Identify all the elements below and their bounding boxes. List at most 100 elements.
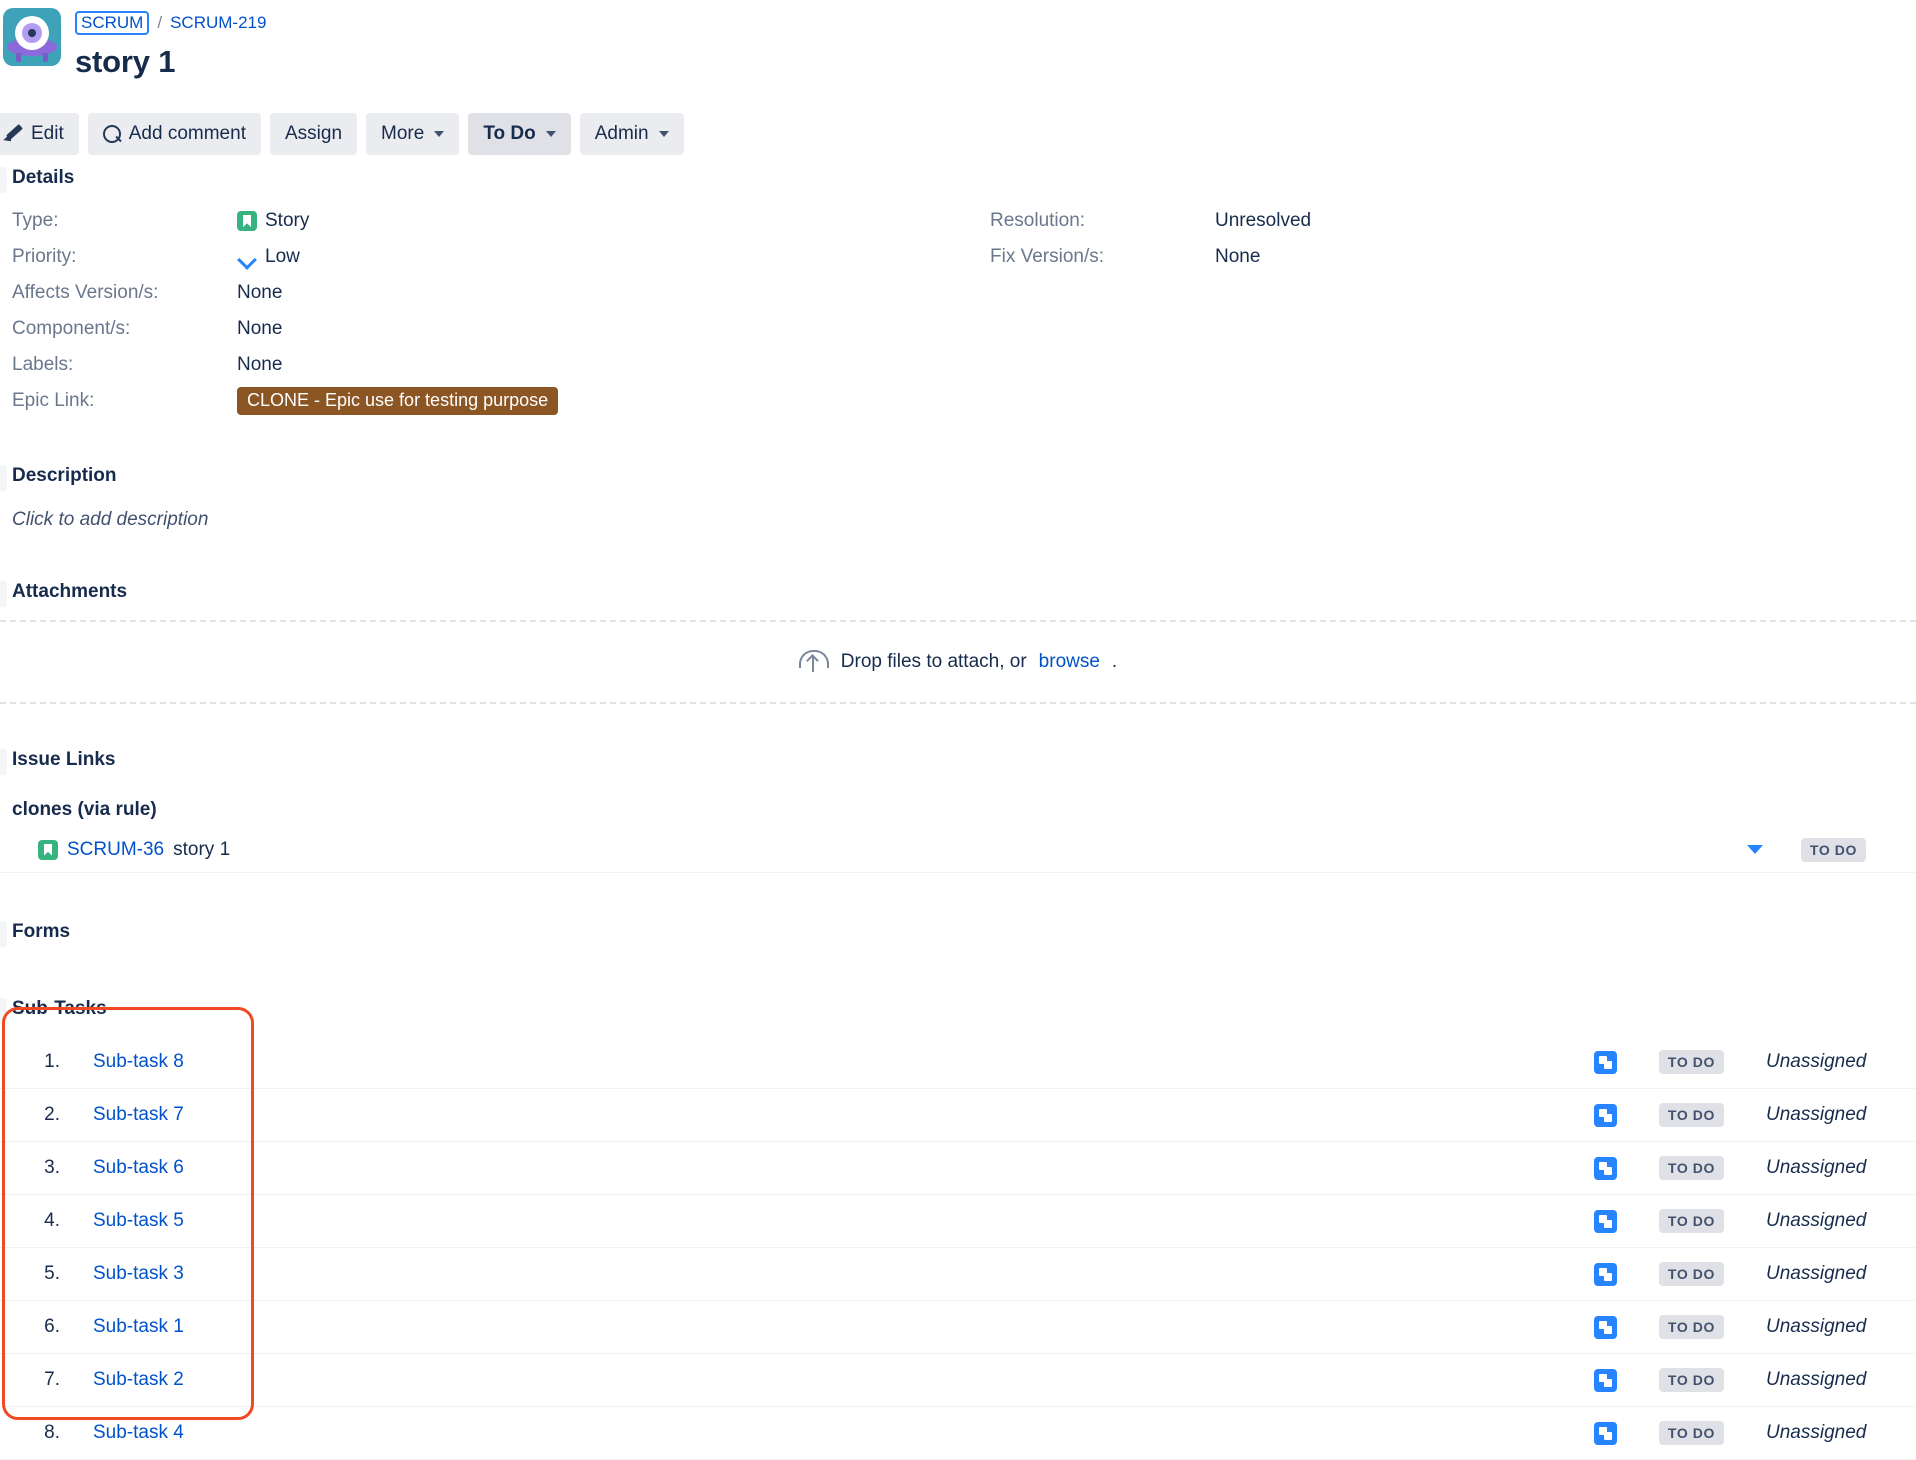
dropzone-period: .	[1111, 651, 1118, 672]
story-icon	[237, 211, 257, 231]
subtask-link[interactable]: Sub-task 6	[93, 1157, 184, 1179]
browse-link[interactable]: browse	[1039, 651, 1100, 673]
subtask-link[interactable]: Sub-task 4	[93, 1422, 184, 1444]
subtask-assignee: Unassigned	[1766, 1316, 1867, 1337]
subtask-assignee: Unassigned	[1766, 1369, 1867, 1390]
status-badge[interactable]: TO DO	[1658, 1156, 1724, 1180]
status-badge[interactable]: TO DO	[1658, 1262, 1724, 1286]
add-comment-label: Add comment	[128, 123, 246, 144]
subtask-icon	[1593, 1368, 1617, 1392]
assign-button[interactable]: Assign	[269, 113, 358, 155]
subtask-icon	[1593, 1421, 1617, 1445]
status-label: To Do	[483, 123, 536, 144]
chevron-down-icon[interactable]	[1746, 845, 1763, 854]
add-comment-button[interactable]: Add comment	[87, 113, 261, 155]
description-collapse-handle[interactable]	[0, 465, 7, 491]
status-badge[interactable]: TO DO	[1658, 1050, 1724, 1074]
detail-value: CLONE - Epic use for testing purpose	[237, 387, 559, 415]
subtask-link[interactable]: Sub-task 5	[93, 1210, 184, 1232]
status-badge[interactable]: TO DO	[1658, 1368, 1724, 1392]
subtask-link[interactable]: Sub-task 7	[93, 1104, 184, 1126]
status-badge[interactable]: TO DO	[1658, 1315, 1724, 1339]
subtask-assignee: Unassigned	[1766, 1051, 1867, 1072]
more-button[interactable]: More	[366, 113, 460, 155]
forms-collapse-handle[interactable]	[0, 921, 7, 947]
issue-link-row: SCRUM-36 story 1 TO DO	[0, 827, 1916, 873]
issue-links-section: Issue Links clones (via rule) SCRUM-36 s…	[0, 749, 1916, 873]
table-row: 4. Sub-task 5 TO DO Unassigned	[0, 1195, 1916, 1248]
detail-value-text: Low	[265, 246, 300, 267]
detail-row-priority: Priority: Low	[12, 239, 990, 275]
edit-button[interactable]: Edit	[0, 113, 79, 155]
detail-row-resolution: Resolution: Unresolved	[990, 203, 1311, 239]
table-row: 1. Sub-task 8 TO DO Unassigned	[0, 1036, 1916, 1089]
page-title: story 1	[75, 44, 176, 79]
subtask-link[interactable]: Sub-task 3	[93, 1263, 184, 1285]
status-badge[interactable]: TO DO	[1800, 837, 1866, 862]
attachments-collapse-handle[interactable]	[0, 581, 7, 607]
detail-value-text: None	[237, 318, 283, 339]
description-section: Description Click to add description	[0, 465, 1916, 531]
issue-links-heading: Issue Links	[12, 749, 116, 770]
subtasks-heading: Sub-Tasks	[12, 998, 107, 1019]
detail-value-text: None	[237, 282, 283, 303]
issue-link-key[interactable]: SCRUM-36	[67, 839, 164, 861]
table-row: 2. Sub-task 7 TO DO Unassigned	[0, 1089, 1916, 1142]
subtask-assignee: Unassigned	[1766, 1104, 1867, 1125]
subtasks-list: 1. Sub-task 8 TO DO Unassigned 2. Sub-task 7 T…	[0, 1036, 1916, 1460]
breadcrumb-issue-link[interactable]: SCRUM-219	[170, 13, 266, 33]
detail-row-affects-version: Affects Version/s: None	[12, 275, 990, 311]
subtask-icon	[1593, 1209, 1617, 1233]
breadcrumb: SCRUM / SCRUM-219	[75, 10, 266, 36]
subtask-assignee: Unassigned	[1766, 1263, 1867, 1284]
attachment-dropzone[interactable]: Drop files to attach, or browse.	[0, 620, 1916, 704]
status-transition-button[interactable]: To Do	[468, 113, 571, 155]
detail-row-epic-link: Epic Link: CLONE - Epic use for testing …	[12, 383, 990, 419]
subtask-icon	[1593, 1156, 1617, 1180]
breadcrumb-project-link[interactable]: SCRUM	[75, 11, 150, 35]
subtask-link[interactable]: Sub-task 8	[93, 1051, 184, 1073]
detail-row-fix-version: Fix Version/s: None	[990, 239, 1311, 275]
detail-value-text: None	[1215, 246, 1261, 267]
detail-label: Labels:	[12, 354, 74, 375]
table-row: 8. Sub-task 4 TO DO Unassigned	[0, 1407, 1916, 1460]
subtask-index: 4.	[44, 1210, 60, 1231]
detail-label: Type:	[12, 210, 59, 231]
table-row: 5. Sub-task 3 TO DO Unassigned	[0, 1248, 1916, 1301]
pencil-icon	[4, 124, 24, 144]
details-right-column: Resolution: Unresolved Fix Version/s: No…	[990, 203, 1311, 419]
subtask-index: 7.	[44, 1369, 60, 1390]
issue-links-group-label: clones (via rule)	[12, 799, 157, 820]
issue-links-collapse-handle[interactable]	[0, 749, 7, 775]
status-badge[interactable]: TO DO	[1658, 1421, 1724, 1445]
search-icon	[102, 124, 122, 144]
description-placeholder[interactable]: Click to add description	[0, 509, 1916, 531]
chevron-down-icon	[434, 131, 445, 137]
subtasks-collapse-handle[interactable]	[0, 998, 7, 1024]
story-icon	[38, 839, 58, 860]
issue-header: SCRUM / SCRUM-219 story 1	[0, 0, 1916, 108]
subtask-link[interactable]: Sub-task 1	[93, 1316, 184, 1338]
detail-row-labels: Labels: None	[12, 347, 990, 383]
project-avatar-icon	[3, 8, 61, 66]
subtask-index: 6.	[44, 1316, 60, 1337]
detail-value-text: Unresolved	[1215, 210, 1312, 231]
attachments-heading: Attachments	[12, 581, 128, 602]
subtask-icon	[1593, 1103, 1617, 1127]
details-section: Details Type: Story Priority: Low Affect…	[0, 167, 1916, 419]
subtask-icon	[1593, 1050, 1617, 1074]
subtask-assignee: Unassigned	[1766, 1157, 1867, 1178]
detail-label: Resolution:	[990, 210, 1086, 231]
subtask-index: 1.	[44, 1051, 60, 1072]
admin-label: Admin	[594, 123, 649, 144]
subtask-index: 5.	[44, 1263, 60, 1284]
admin-button[interactable]: Admin	[579, 113, 684, 155]
status-badge[interactable]: TO DO	[1658, 1209, 1724, 1233]
table-row: 3. Sub-task 6 TO DO Unassigned	[0, 1142, 1916, 1195]
status-badge[interactable]: TO DO	[1658, 1103, 1724, 1127]
subtask-link[interactable]: Sub-task 2	[93, 1369, 184, 1391]
epic-link-badge[interactable]: CLONE - Epic use for testing purpose	[237, 387, 559, 415]
detail-label: Fix Version/s:	[990, 246, 1105, 267]
details-collapse-handle[interactable]	[0, 167, 7, 193]
edit-button-label: Edit	[31, 123, 64, 144]
